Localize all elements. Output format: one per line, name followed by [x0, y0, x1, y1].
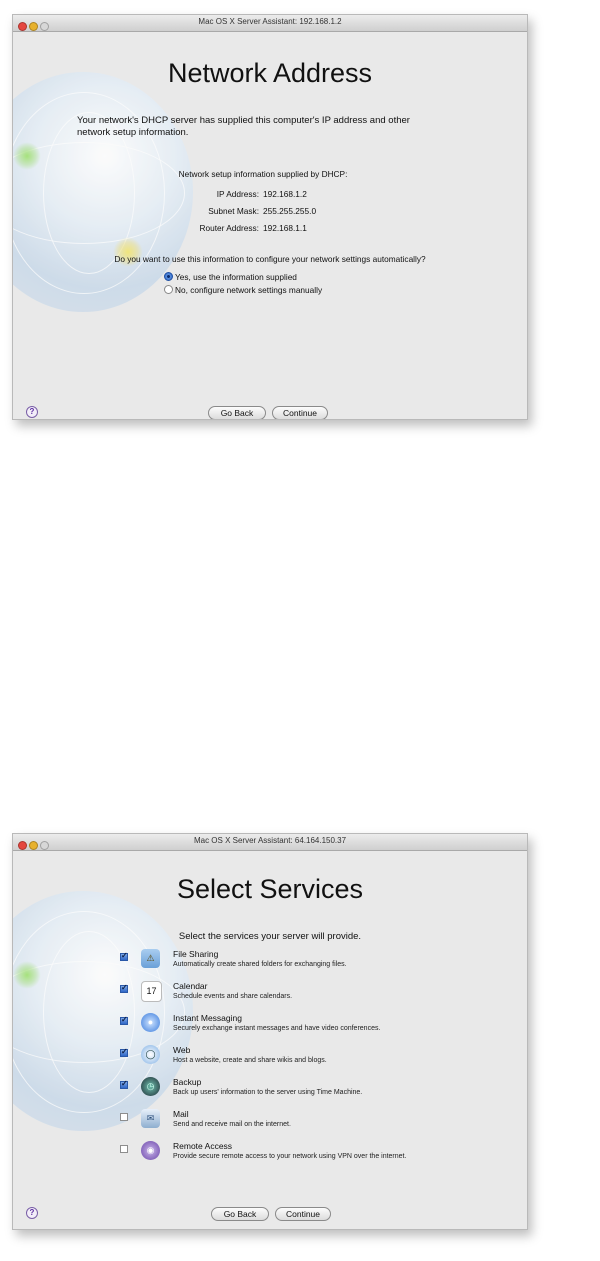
network-address-window: Mac OS X Server Assistant: 192.168.1.2 N… — [12, 14, 528, 420]
web-icon: ◯ — [141, 1045, 160, 1064]
service-description: Provide secure remote access to your net… — [173, 1153, 407, 1160]
radio-no-label: No, configure network settings manually — [175, 285, 323, 295]
time-machine-icon: ◷ — [141, 1077, 160, 1096]
help-button[interactable]: ? — [26, 1207, 38, 1219]
intro-line-1: Your network's DHCP server has supplied … — [77, 115, 410, 126]
service-description: Host a website, create and share wikis a… — [173, 1057, 327, 1064]
service-description: Automatically create shared folders for … — [173, 961, 347, 968]
go-back-button[interactable]: Go Back — [211, 1207, 269, 1221]
radio-no-button[interactable] — [164, 285, 173, 294]
service-name: Mail — [173, 1109, 189, 1119]
radio-yes[interactable]: Yes, use the information supplied — [164, 271, 297, 283]
continue-button[interactable]: Continue — [272, 406, 328, 419]
remote-access-checkbox[interactable] — [120, 1145, 128, 1153]
mail-icon: ✉ — [141, 1109, 160, 1128]
subnet-label: Subnet Mask: — [208, 206, 259, 216]
globe-graphic — [13, 891, 193, 1131]
select-services-window: Mac OS X Server Assistant: 64.164.150.37… — [12, 833, 528, 1230]
service-name: File Sharing — [173, 949, 219, 959]
title-bar: Mac OS X Server Assistant: 192.168.1.2 — [13, 15, 527, 32]
radio-yes-label: Yes, use the information supplied — [175, 272, 297, 282]
file-sharing-checkbox[interactable] — [120, 951, 128, 961]
router-value: 192.168.1.1 — [263, 223, 307, 233]
web-checkbox[interactable] — [120, 1047, 128, 1057]
service-name: Instant Messaging — [173, 1013, 242, 1023]
title-bar: Mac OS X Server Assistant: 64.164.150.37 — [13, 834, 527, 851]
folder-icon: ⚠ — [141, 949, 160, 968]
page-title: Select Services — [176, 874, 364, 904]
subheading: Select the services your server will pro… — [178, 931, 362, 942]
assistant-content: Select Services Select the services your… — [13, 851, 527, 1229]
mail-checkbox[interactable] — [120, 1113, 128, 1121]
chat-icon: ● — [141, 1013, 160, 1032]
question-text: Do you want to use this information to c… — [114, 254, 426, 264]
service-name: Backup — [173, 1077, 202, 1087]
dhcp-header: Network setup information supplied by DH… — [178, 169, 348, 179]
go-back-button[interactable]: Go Back — [208, 406, 266, 419]
intro-line-2: network setup information. — [77, 127, 189, 138]
continue-button[interactable]: Continue — [275, 1207, 331, 1221]
service-description: Schedule events and share calendars. — [173, 993, 293, 1000]
instant-messaging-checkbox[interactable] — [120, 1015, 128, 1025]
window-title: Mac OS X Server Assistant: 192.168.1.2 — [198, 17, 342, 26]
service-description: Securely exchange instant messages and h… — [173, 1025, 381, 1032]
intro-text: Your network's DHCP server has supplied … — [77, 115, 410, 139]
backup-checkbox[interactable] — [120, 1079, 128, 1089]
assistant-content: Network Address Your network's DHCP serv… — [13, 32, 527, 419]
radio-yes-button[interactable] — [164, 272, 173, 281]
service-name: Web — [173, 1045, 191, 1055]
help-button[interactable]: ? — [26, 406, 38, 418]
service-description: Back up users' information to the server… — [173, 1089, 363, 1096]
radio-no[interactable]: No, configure network settings manually — [164, 284, 322, 296]
ip-label: IP Address: — [216, 189, 259, 199]
subnet-value: 255.255.255.0 — [263, 206, 317, 216]
router-label: Router Address: — [199, 223, 260, 233]
service-name: Remote Access — [173, 1141, 233, 1151]
ip-value: 192.168.1.2 — [263, 189, 307, 199]
remote-access-icon: ◉ — [141, 1141, 160, 1160]
calendar-icon: 17 — [141, 981, 162, 1002]
service-description: Send and receive mail on the internet. — [173, 1121, 291, 1128]
page-title: Network Address — [167, 58, 373, 88]
window-title: Mac OS X Server Assistant: 64.164.150.37 — [193, 836, 347, 845]
calendar-checkbox[interactable] — [120, 983, 128, 993]
service-name: Calendar — [173, 981, 208, 991]
